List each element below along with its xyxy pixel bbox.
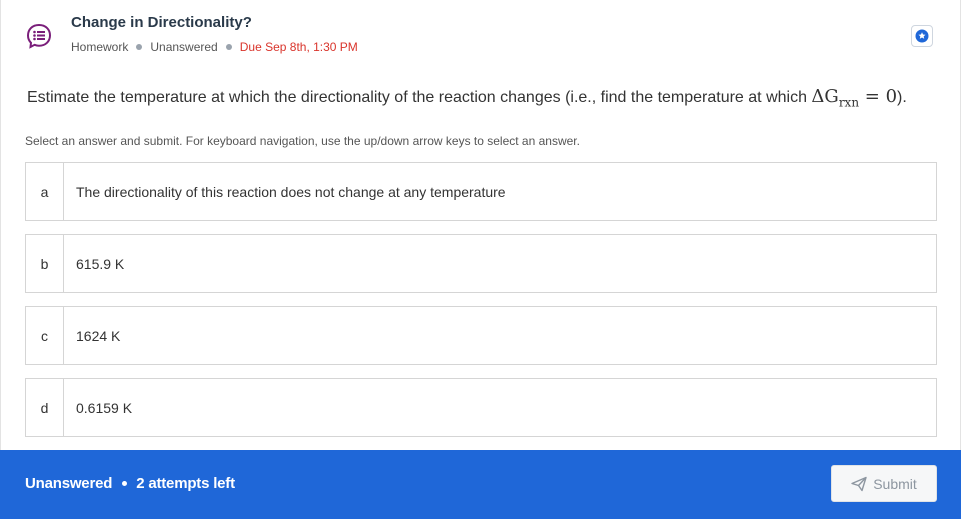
prompt-suffix: ). [897,89,907,106]
star-icon [915,29,929,43]
option-letter: c [26,307,64,364]
answer-option-b[interactable]: b 615.9 K [25,234,937,293]
question-title: Change in Directionality? [71,14,252,31]
answer-instructions: Select an answer and submit. For keyboar… [25,134,580,148]
assignment-type: Homework [71,40,129,54]
submission-footer: Unanswered 2 attempts left Submit [0,450,961,519]
prompt-text: Estimate the temperature at which the di… [27,89,812,106]
math-delta-g: ΔG [811,86,839,107]
submit-button[interactable]: Submit [831,465,937,502]
answer-option-d[interactable]: d 0.6159 K [25,378,937,437]
answer-option-a[interactable]: a The directionality of this reaction do… [25,162,937,221]
submit-label: Submit [873,475,917,492]
submission-status: Unanswered 2 attempts left [25,475,235,492]
paper-plane-icon [851,476,867,491]
status-separator [122,481,128,486]
option-text: The directionality of this reaction does… [76,183,506,200]
option-text: 1624 K [76,327,121,344]
meta-separator [136,44,143,50]
option-letter: a [26,163,64,220]
answer-status: Unanswered [150,40,218,54]
math-equals: = 0 [859,86,898,107]
speech-bubble-list-icon [26,23,52,49]
option-letter: d [26,379,64,436]
attempts-left: 2 attempts left [136,475,235,492]
meta-separator [225,44,232,50]
footer-status: Unanswered [25,475,113,492]
bookmark-button[interactable] [911,25,933,47]
question-prompt: Estimate the temperature at which the di… [27,86,907,110]
question-meta: Homework Unanswered Due Sep 8th, 1:30 PM [71,40,358,54]
math-expression: ΔGrxn = 0 [811,86,898,110]
math-subscript: rxn [838,95,860,110]
due-date: Due Sep 8th, 1:30 PM [239,40,358,54]
option-text: 0.6159 K [76,399,133,416]
option-letter: b [26,235,64,292]
answer-option-c[interactable]: c 1624 K [25,306,937,365]
option-text: 615.9 K [76,255,125,272]
